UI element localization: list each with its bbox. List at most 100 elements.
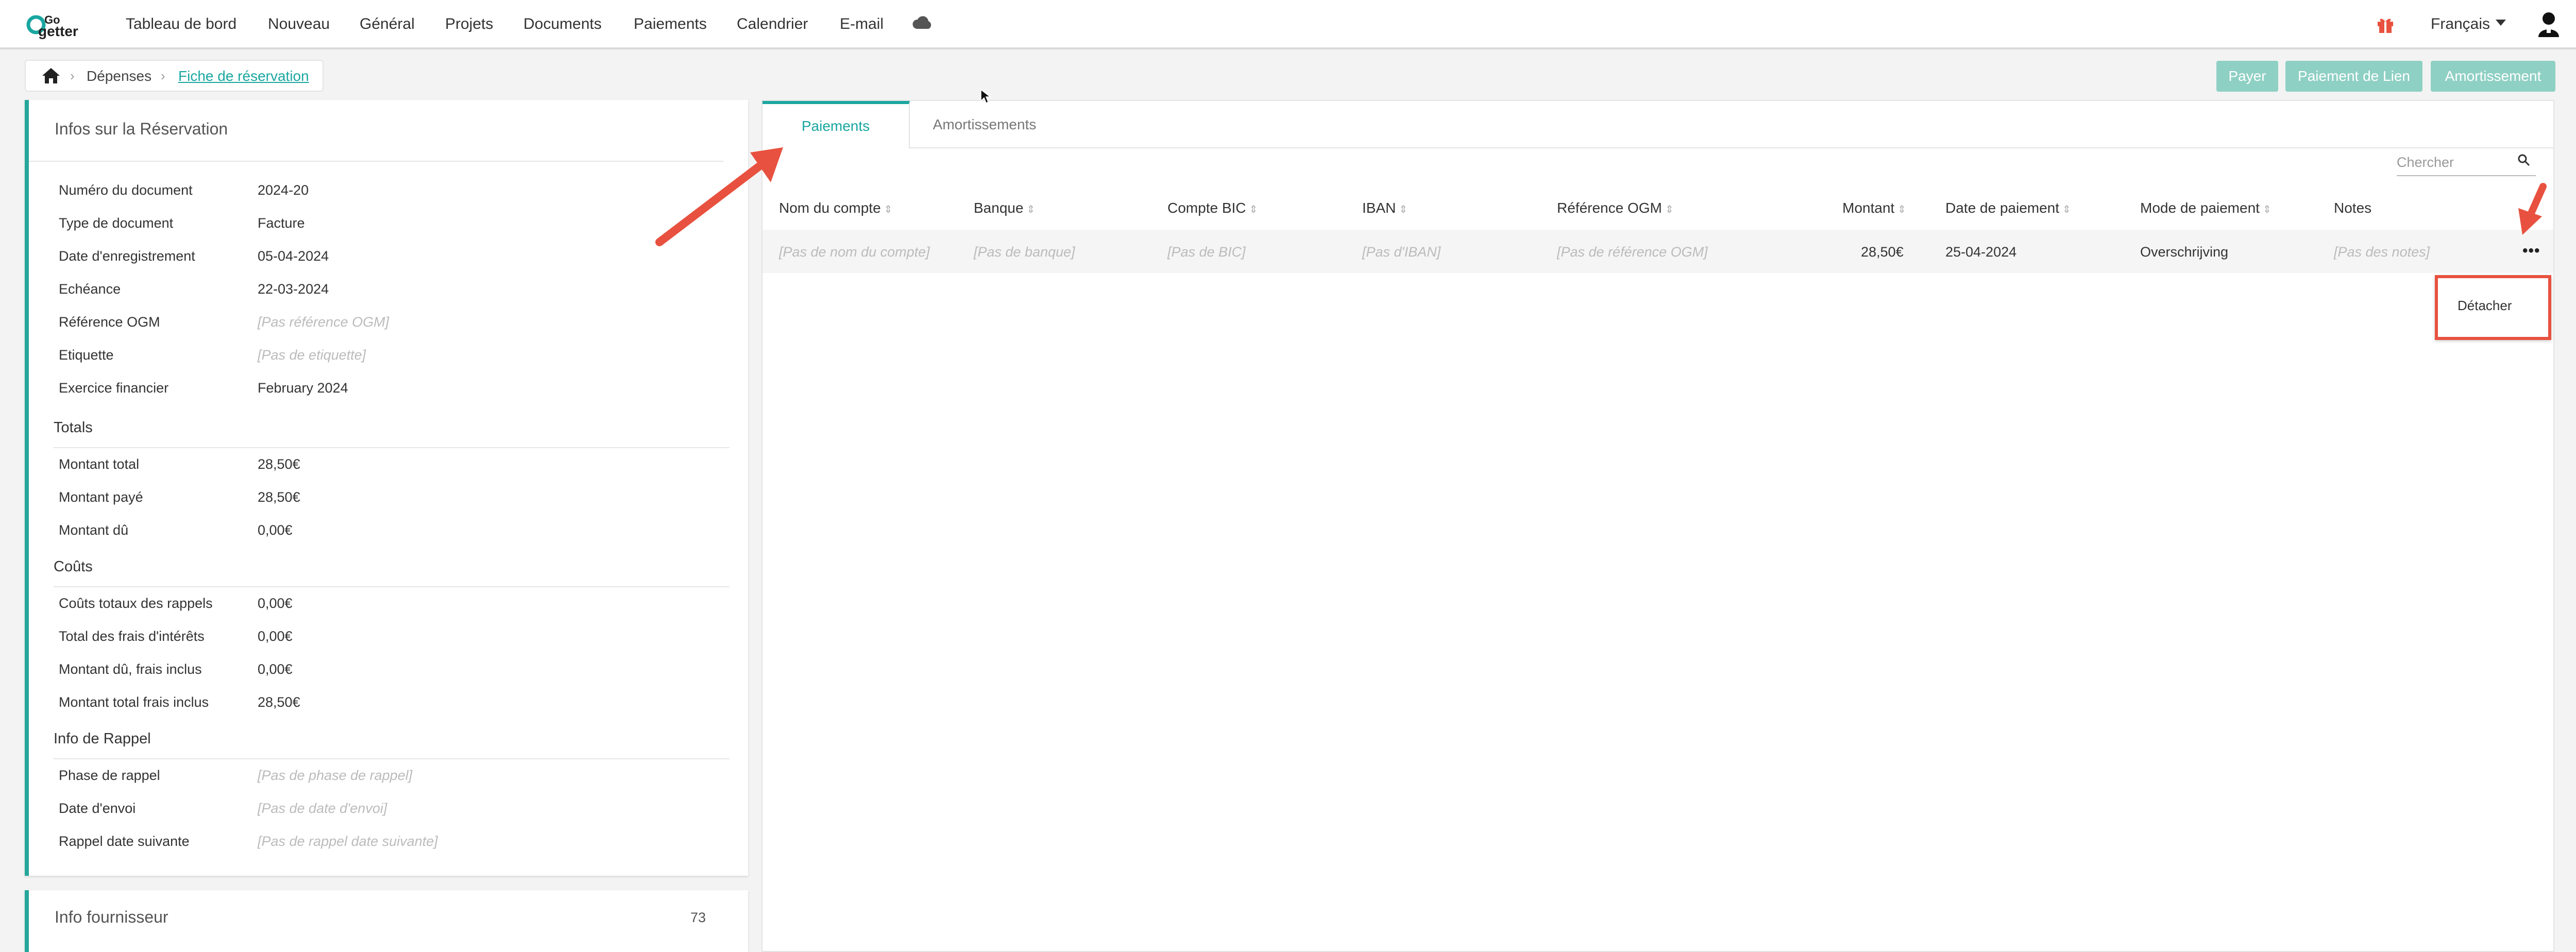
nav-general[interactable]: Général	[360, 15, 415, 33]
column-header-iban[interactable]: IBAN ⇕	[1362, 200, 1408, 216]
column-header-ogm[interactable]: Référence OGM ⇕	[1557, 200, 1674, 216]
totals-section-title: Totals	[54, 419, 93, 436]
annotation-arrow-icon	[2518, 183, 2547, 235]
nav-nouveau[interactable]: Nouveau	[268, 15, 330, 33]
breadcrumb: › Dépenses › Fiche de réservation	[25, 60, 324, 92]
field-label: Date d'enregistrement	[59, 248, 195, 264]
sort-icon: ⇕	[1897, 204, 1906, 215]
field-value: February 2024	[258, 380, 348, 396]
search-icon[interactable]	[2517, 154, 2531, 169]
costs-section-title: Coûts	[54, 558, 93, 575]
sort-icon: ⇕	[1665, 204, 1674, 215]
top-navbar: Go getter Tableau de bord Nouveau Généra…	[0, 0, 2576, 49]
cell-bank: [Pas de banque]	[974, 244, 1075, 260]
field-label: Phase de rappel	[59, 768, 160, 783]
cell-payment-mode: Overschrijving	[2140, 244, 2229, 260]
field-value: 0,00€	[258, 596, 293, 611]
field-label: Montant dû	[59, 522, 129, 538]
chevron-right-icon: ›	[161, 68, 165, 83]
column-header-payment-date[interactable]: Date de paiement ⇕	[1945, 200, 2071, 216]
payments-panel: Paiements Amortissements Chercher Nom du…	[761, 100, 2554, 952]
card-title: Info fournisseur	[55, 908, 168, 926]
breadcrumb-fiche-reservation[interactable]: Fiche de réservation	[178, 68, 309, 84]
tab-divider	[910, 147, 2553, 148]
column-header-payment-mode[interactable]: Mode de paiement ⇕	[2140, 200, 2272, 216]
detach-menu-item[interactable]: Détacher	[2458, 298, 2512, 314]
search-input[interactable]: Chercher	[2397, 149, 2536, 176]
field-value: [Pas de rappel date suivante]	[258, 834, 438, 849]
column-header-bank[interactable]: Banque ⇕	[974, 200, 1035, 216]
annotation-arrow-icon	[655, 147, 783, 246]
header-label: Mode de paiement	[2140, 200, 2260, 216]
chevron-right-icon: ›	[70, 68, 75, 83]
header-label: Banque	[974, 200, 1024, 216]
nav-paiements[interactable]: Paiements	[634, 15, 707, 33]
field-value: 28,50€	[258, 694, 300, 710]
field-label: Montant payé	[59, 489, 143, 505]
header-label: Notes	[2334, 200, 2372, 216]
field-label: Rappel date suivante	[59, 834, 190, 849]
column-header-account-name[interactable]: Nom du compte ⇕	[779, 200, 892, 216]
field-label: Coûts totaux des rappels	[59, 596, 213, 611]
nav-documents[interactable]: Documents	[523, 15, 602, 33]
field-label: Echéance	[59, 281, 121, 297]
cloud-icon[interactable]	[912, 15, 934, 32]
supplier-count: 73	[690, 910, 706, 925]
cell-iban: [Pas d'IBAN]	[1362, 244, 1441, 260]
column-header-amount[interactable]: Montant ⇕	[1842, 200, 1906, 216]
gogetter-logo[interactable]: Go getter	[25, 11, 97, 39]
cell-bic: [Pas de BIC]	[1167, 244, 1246, 260]
supplier-info-card[interactable]: Info fournisseur 73	[25, 890, 748, 952]
field-label: Date d'envoi	[59, 801, 136, 816]
field-value: 0,00€	[258, 661, 293, 677]
field-label: Type de document	[59, 215, 174, 231]
field-label: Montant total frais inclus	[59, 694, 209, 710]
nav-email[interactable]: E-mail	[840, 15, 884, 33]
cell-notes: [Pas des notes]	[2334, 244, 2430, 260]
header-label: Montant	[1842, 200, 1895, 216]
field-value: 28,50€	[258, 489, 300, 505]
tab-amortissements[interactable]: Amortissements	[910, 101, 1059, 148]
header-label: IBAN	[1362, 200, 1396, 216]
sort-icon: ⇕	[1399, 204, 1408, 215]
chevron-down-icon	[2496, 20, 2506, 29]
divider	[54, 758, 730, 759]
card-title: Infos sur la Réservation	[55, 120, 228, 138]
column-header-notes: Notes	[2334, 200, 2371, 216]
sort-icon: ⇕	[2262, 204, 2272, 215]
cell-account-name: [Pas de nom du compte]	[779, 244, 930, 260]
nav-projets[interactable]: Projets	[445, 15, 493, 33]
breadcrumb-depenses[interactable]: Dépenses	[87, 68, 151, 84]
header-label: Compte BIC	[1167, 200, 1246, 216]
pay-button[interactable]: Payer	[2216, 61, 2278, 92]
home-icon[interactable]	[41, 67, 61, 87]
column-header-bic[interactable]: Compte BIC ⇕	[1167, 200, 1258, 216]
header-label: Référence OGM	[1557, 200, 1662, 216]
field-value: 05-04-2024	[258, 248, 329, 264]
field-value: [Pas de date d'envoi]	[258, 801, 387, 816]
field-label: Numéro du document	[59, 182, 193, 198]
field-value: 22-03-2024	[258, 281, 329, 297]
user-avatar-icon[interactable]	[2537, 11, 2561, 40]
nav-calendrier[interactable]: Calendrier	[737, 15, 808, 33]
amortization-button[interactable]: Amortissement	[2431, 61, 2555, 92]
field-value: [Pas de etiquette]	[258, 347, 366, 363]
link-payment-button[interactable]: Paiement de Lien	[2285, 61, 2422, 92]
gift-icon[interactable]	[2376, 15, 2395, 37]
field-label: Exercice financier	[59, 380, 169, 396]
more-options-icon[interactable]: •••	[2522, 242, 2540, 260]
cell-amount: 28,50€	[1861, 244, 1904, 260]
header-label: Date de paiement	[1945, 200, 2060, 216]
sort-icon: ⇕	[1026, 204, 1036, 215]
field-label: Montant total	[59, 456, 140, 472]
header-label: Nom du compte	[779, 200, 881, 216]
divider	[54, 447, 730, 448]
nav-tableau-de-bord[interactable]: Tableau de bord	[126, 15, 236, 33]
reservation-info-card: Infos sur la Réservation Numéro du docum…	[25, 100, 748, 876]
sort-icon: ⇕	[884, 204, 893, 215]
language-selector[interactable]: Français	[2431, 15, 2490, 33]
field-value: [Pas référence OGM]	[258, 314, 389, 330]
divider	[29, 161, 723, 162]
field-label: Référence OGM	[59, 314, 160, 330]
field-value: 2024-20	[258, 182, 309, 198]
